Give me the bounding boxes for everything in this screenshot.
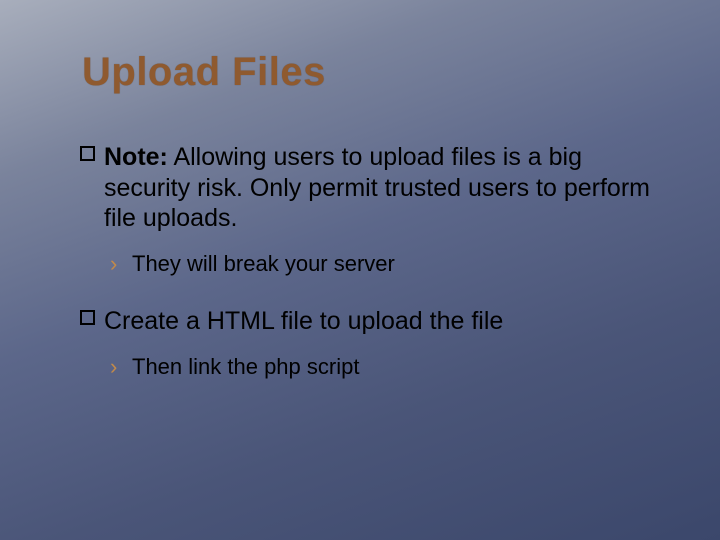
bullet-item: Note: Allowing users to upload files is …: [80, 142, 660, 234]
square-bullet-icon: [80, 146, 95, 161]
bullet-lead: Note:: [104, 143, 168, 171]
angle-bullet-icon: ›: [110, 353, 117, 382]
sub-bullet-text: Then link the php script: [132, 354, 359, 379]
square-bullet-icon: [80, 310, 95, 325]
sub-bullet-item: › They will break your server: [110, 250, 660, 279]
slide-title: Upload Files: [82, 50, 326, 95]
bullet-item: Create a HTML file to upload the file: [80, 306, 660, 337]
sub-bullet-text: They will break your server: [132, 251, 395, 276]
bullet-text: Create a HTML file to upload the file: [104, 307, 503, 335]
bullet-text: Allowing users to upload files is a big …: [104, 143, 650, 232]
sub-bullet-item: › Then link the php script: [110, 353, 660, 382]
angle-bullet-icon: ›: [110, 250, 117, 279]
slide-body: Note: Allowing users to upload files is …: [80, 142, 660, 405]
slide: Upload Files Note: Allowing users to upl…: [0, 0, 720, 540]
